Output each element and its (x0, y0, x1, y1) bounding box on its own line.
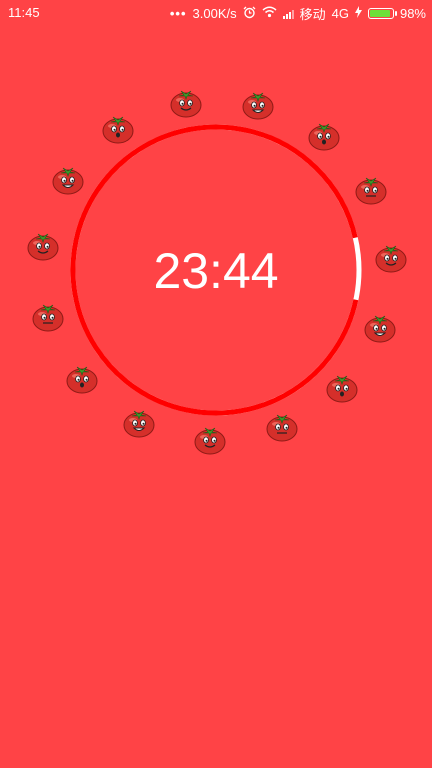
tomato-face-icon (169, 87, 203, 119)
pomodoro-timer: 23:44 (0, 0, 432, 768)
tomato-face-icon (26, 230, 60, 262)
tomato-face-icon (325, 372, 359, 404)
tomato-face-icon (101, 113, 135, 145)
tomato-face-icon (51, 164, 85, 196)
tomato-face-icon (265, 411, 299, 443)
tomato-face-icon (241, 89, 275, 121)
tomato-face-icon (354, 174, 388, 206)
tomato-face-icon (31, 301, 65, 333)
timer-display[interactable]: 23:44 (116, 242, 316, 300)
tomato-face-icon (193, 424, 227, 456)
tomato-face-icon (122, 407, 156, 439)
tomato-face-icon (363, 312, 397, 344)
tomato-face-icon (307, 120, 341, 152)
tomato-face-icon (374, 242, 408, 274)
tomato-face-icon (65, 363, 99, 395)
